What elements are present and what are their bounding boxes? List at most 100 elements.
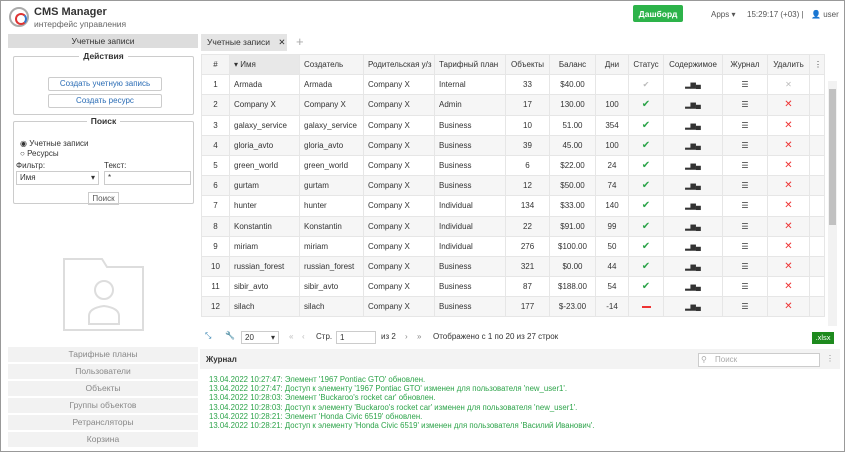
next-page-icon[interactable]: › <box>405 332 408 341</box>
delete-icon[interactable]: ✕ <box>784 160 792 171</box>
prev-page-icon[interactable]: ‹ <box>302 332 305 341</box>
page-size-select[interactable]: 20 ▾ <box>241 331 279 344</box>
table-row[interactable]: 7 hunter hunter Company X Individual 134 $33.0… <box>201 195 825 217</box>
delete-icon[interactable]: ✕ <box>784 301 792 312</box>
table-row[interactable]: 12 silach silach Company X Business 177 $-23.0… <box>201 296 825 318</box>
radio-accounts[interactable]: ◉ Учетные записи <box>20 139 89 148</box>
scrollbar-thumb[interactable] <box>829 89 836 225</box>
tab-label: Учетные записи <box>207 37 271 47</box>
column-header[interactable]: Создатель <box>299 53 364 76</box>
sidebar-menu-item[interactable]: Ретрансляторы <box>8 415 198 430</box>
list-icon[interactable]: ☰ <box>741 121 748 130</box>
sidebar-menu-item[interactable]: Объекты <box>8 381 198 396</box>
delete-icon[interactable]: ✕ <box>784 281 792 292</box>
export-xlsx-button[interactable]: .xlsx <box>812 332 834 344</box>
create-resource-button[interactable]: Создать ресурс <box>48 94 162 108</box>
list-icon[interactable]: ☰ <box>741 141 748 150</box>
list-icon[interactable]: ☰ <box>741 302 748 311</box>
columns-menu-icon[interactable]: ⋮ <box>809 53 825 76</box>
delete-icon[interactable]: ✕ <box>784 120 792 131</box>
table-row[interactable]: 3 galaxy_service galaxy_service Company X Bu… <box>201 114 825 136</box>
column-header[interactable]: Объекты <box>505 53 550 76</box>
list-icon[interactable]: ☰ <box>741 282 748 291</box>
sidebar-menu-item[interactable]: Корзина <box>8 432 198 447</box>
delete-icon[interactable]: ✕ <box>785 80 792 89</box>
tab-accounts[interactable]: Учетные записи ✕ <box>201 34 287 51</box>
list-icon[interactable]: ☰ <box>741 201 748 210</box>
chart-icon[interactable]: ▂▆▄ <box>685 224 701 231</box>
page-input[interactable]: 1 <box>336 331 376 344</box>
table-cell <box>809 154 825 177</box>
table-row[interactable]: 5 green_world green_world Company X Business… <box>201 154 825 177</box>
table-row[interactable]: 9 miriam miriam Company X Individual 276 $100.… <box>201 235 825 257</box>
filter-label: Фильтр: <box>16 161 46 170</box>
column-header[interactable]: # <box>201 53 230 76</box>
log-search-input[interactable]: Поиск <box>698 353 820 367</box>
column-header[interactable]: Удалить <box>767 53 810 76</box>
add-tab-icon[interactable]: + <box>296 34 304 49</box>
table-cell: 321 <box>505 255 550 278</box>
create-account-button[interactable]: Создать учетную запись <box>48 77 162 91</box>
column-header[interactable]: Баланс <box>549 53 596 76</box>
table-row[interactable]: 2 Company X Company X Company X Admin 17 130.0… <box>201 94 825 116</box>
table-row[interactable]: 11 sibir_avto sibir_avto Company X Business 8… <box>201 276 825 298</box>
list-icon[interactable]: ☰ <box>741 80 748 89</box>
close-icon[interactable]: ✕ <box>278 37 285 47</box>
chart-icon[interactable]: ▂▆▄ <box>685 143 701 150</box>
table-row[interactable]: 4 gloria_avto gloria_avto Company X Business… <box>201 134 825 156</box>
delete-icon[interactable]: ✕ <box>784 261 792 272</box>
column-header[interactable]: Дни <box>595 53 629 76</box>
list-icon[interactable]: ☰ <box>741 242 748 251</box>
fit-icon[interactable]: ⤡ <box>205 331 211 341</box>
chart-icon[interactable]: ▂▆▄ <box>685 163 701 170</box>
table-cell: russian_forest <box>299 255 364 278</box>
list-icon[interactable]: ☰ <box>741 262 748 271</box>
column-header[interactable]: Содержимое <box>663 53 723 76</box>
first-page-icon[interactable]: « <box>289 332 293 341</box>
table-row[interactable]: 10 russian_forest russian_forest Company XB… <box>201 255 825 278</box>
list-icon[interactable]: ☰ <box>741 100 748 109</box>
table-cell: galaxy_service <box>299 114 364 136</box>
delete-icon[interactable]: ✕ <box>784 140 792 151</box>
user-menu[interactable]: 👤 user <box>811 10 839 19</box>
dashboard-button[interactable]: Дашборд <box>633 5 683 22</box>
wrench-icon[interactable]: 🔧 <box>225 331 235 340</box>
chart-icon[interactable]: ▂▆▄ <box>685 82 701 89</box>
list-icon[interactable]: ☰ <box>741 161 748 170</box>
sidebar-menu-item[interactable]: Группы объектов <box>8 398 198 413</box>
list-icon[interactable]: ☰ <box>741 181 748 190</box>
radio-resources[interactable]: ○ Ресурсы <box>20 149 59 158</box>
sidebar-menu-item[interactable]: Пользователи <box>8 364 198 379</box>
chart-icon[interactable]: ▂▆▄ <box>685 264 701 271</box>
column-header[interactable]: ▾ Имя <box>229 53 300 76</box>
table-row[interactable]: 8 Konstantin Konstantin Company X Individual… <box>201 215 825 237</box>
chart-icon[interactable]: ▂▆▄ <box>685 183 701 190</box>
sidebar-menu-item[interactable]: Тарифные планы <box>8 347 198 362</box>
delete-icon[interactable]: ✕ <box>784 180 792 191</box>
chart-icon[interactable]: ▂▆▄ <box>685 102 701 109</box>
more-icon[interactable]: ⋮ <box>826 354 834 363</box>
column-header[interactable]: Родительская у/з <box>363 53 435 76</box>
last-page-icon[interactable]: » <box>417 332 421 341</box>
delete-icon[interactable]: ✕ <box>784 200 792 211</box>
chart-icon[interactable]: ▂▆▄ <box>685 203 701 210</box>
filter-select[interactable]: Имя ▾ <box>16 171 99 185</box>
list-icon[interactable]: ☰ <box>741 222 748 231</box>
column-header[interactable]: Статус <box>628 53 664 76</box>
apps-menu[interactable]: Apps ▾ <box>711 10 735 19</box>
text-input[interactable]: * <box>104 171 191 185</box>
table-row[interactable]: 1 Armada Armada Company X Internal 33 $40.00 ✔ ▂… <box>201 74 825 96</box>
table-cell: Company X <box>363 94 435 116</box>
column-header[interactable]: Тарифный план <box>434 53 506 76</box>
chart-icon[interactable]: ▂▆▄ <box>685 304 701 311</box>
table-cell: Individual <box>434 235 506 257</box>
chart-icon[interactable]: ▂▆▄ <box>685 244 701 251</box>
delete-icon[interactable]: ✕ <box>784 221 792 232</box>
column-header[interactable]: Журнал <box>722 53 768 76</box>
delete-icon[interactable]: ✕ <box>784 99 792 110</box>
chart-icon[interactable]: ▂▆▄ <box>685 123 701 130</box>
search-button[interactable]: Поиск <box>88 192 119 205</box>
table-row[interactable]: 6 gurtam gurtam Company X Business 12 $50.00 74… <box>201 175 825 197</box>
chart-icon[interactable]: ▂▆▄ <box>685 284 701 291</box>
delete-icon[interactable]: ✕ <box>784 241 792 252</box>
